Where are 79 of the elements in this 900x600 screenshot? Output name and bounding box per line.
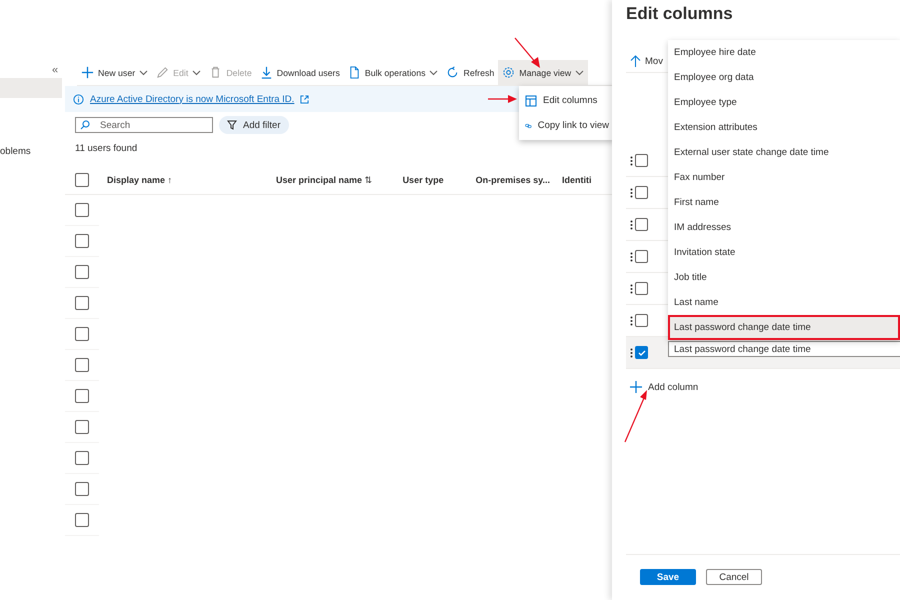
menu-item[interactable]: Copy link to view — [519, 113, 615, 138]
dropdown-option[interactable]: IM addresses — [668, 215, 900, 240]
column-header[interactable]: Display name ↑ — [107, 175, 230, 185]
document-icon — [348, 66, 361, 79]
dropdown-option[interactable]: Last password change date time — [668, 315, 900, 340]
column-header[interactable]: Identiti — [562, 175, 592, 185]
column-checkbox[interactable] — [635, 346, 648, 359]
save-button[interactable]: Save — [640, 569, 696, 585]
row-checkbox[interactable] — [75, 296, 89, 310]
column-dropdown[interactable]: Last password change date time — [668, 341, 900, 357]
menu-item[interactable]: Edit columns — [519, 88, 615, 113]
dropdown-option[interactable]: Extension attributes — [668, 115, 900, 140]
dropdown-option[interactable]: Employee type — [668, 90, 900, 115]
row-checkbox[interactable] — [75, 451, 89, 465]
search-icon — [80, 120, 90, 130]
row-checkbox[interactable] — [75, 265, 89, 279]
settings-icon — [502, 66, 516, 79]
refresh-icon — [446, 66, 460, 79]
annotation-arrow — [488, 95, 517, 103]
pencil-icon — [156, 66, 170, 79]
annotation-arrow — [624, 390, 647, 442]
annotation-arrow — [514, 38, 540, 68]
checkmark-icon — [638, 350, 646, 356]
download-icon — [260, 66, 273, 79]
external-link-icon — [300, 94, 310, 104]
drag-handle-icon[interactable] — [630, 220, 633, 230]
move-up-button[interactable]: Mov — [626, 50, 667, 72]
row-checkbox[interactable] — [75, 513, 89, 527]
panel-title: Edit columns — [626, 4, 734, 25]
row-checkbox[interactable] — [75, 358, 89, 372]
table-columns-icon — [525, 94, 537, 106]
dropdown-option[interactable]: Job title — [668, 265, 900, 290]
row-checkbox[interactable] — [75, 327, 89, 341]
drag-handle-icon[interactable] — [630, 348, 633, 358]
row-checkbox[interactable] — [75, 203, 89, 217]
drag-handle-icon[interactable] — [630, 284, 633, 294]
row-checkbox[interactable] — [75, 389, 89, 403]
drag-handle-icon[interactable] — [630, 316, 633, 326]
select-all-checkbox[interactable] — [75, 173, 89, 187]
info-icon — [73, 94, 84, 104]
cancel-button[interactable]: Cancel — [706, 569, 762, 585]
toolbar-button[interactable]: Manage view — [498, 60, 588, 85]
column-header[interactable]: On-premises sy... — [476, 175, 550, 185]
column-checkbox[interactable] — [635, 186, 648, 199]
dropdown-option[interactable]: Employee hire date — [668, 40, 900, 65]
add-column-button[interactable]: Add column — [626, 381, 702, 393]
drag-handle-icon[interactable] — [630, 188, 633, 198]
plus-icon — [81, 66, 94, 79]
row-checkbox[interactable] — [75, 234, 89, 248]
column-checkbox[interactable] — [635, 154, 648, 167]
column-checkbox[interactable] — [635, 250, 648, 263]
result-count: 11 users found — [75, 143, 138, 154]
dropdown-option[interactable]: Employee org data — [668, 65, 900, 90]
row-checkbox[interactable] — [75, 420, 89, 434]
collapse-button[interactable]: « — [52, 64, 58, 76]
column-checkbox[interactable] — [635, 218, 648, 231]
column-checkbox[interactable] — [635, 282, 648, 295]
toolbar-button[interactable]: Bulk operations — [344, 60, 442, 85]
banner-link[interactable]: Azure Active Directory is now Microsoft Entra ID. — [90, 94, 294, 104]
column-header[interactable]: User principal name ⇅ — [276, 175, 373, 185]
arrow-up-icon — [630, 55, 641, 67]
column-header[interactable]: User type — [402, 175, 444, 185]
sidebar-item[interactable]: oblems — [0, 146, 62, 157]
dropdown-option[interactable]: First name — [668, 190, 900, 215]
add-filter-button[interactable]: Add filter — [219, 116, 288, 134]
column-checkbox[interactable] — [635, 314, 648, 327]
dropdown-option[interactable]: Last name — [668, 290, 900, 315]
drag-handle-icon[interactable] — [630, 156, 633, 166]
dropdown-option[interactable]: Fax number — [668, 165, 900, 190]
row-checkbox[interactable] — [75, 482, 89, 496]
plus-icon — [630, 381, 642, 393]
dropdown-option[interactable]: External user state change date time — [668, 140, 900, 165]
filter-icon — [227, 120, 237, 130]
toolbar-button[interactable]: Download users — [256, 60, 344, 85]
dropdown-option[interactable]: Invitation state — [668, 240, 900, 265]
toolbar-button[interactable]: Refresh — [442, 60, 498, 85]
drag-handle-icon[interactable] — [630, 252, 633, 262]
search-field[interactable]: Search — [75, 117, 213, 133]
toolbar-button[interactable]: New user — [77, 60, 152, 85]
